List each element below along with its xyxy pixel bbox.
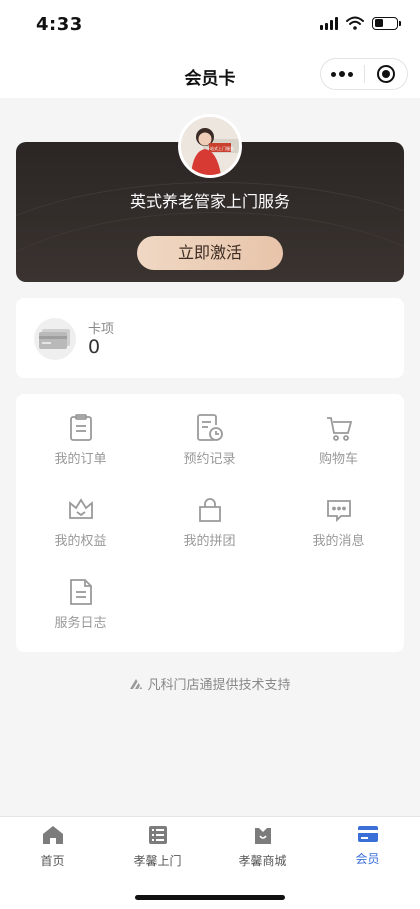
function-grid: 我的订单 预约记录 购物车 我的权益 我的拼团 我的消息 服务日志 — [16, 394, 404, 652]
signal-icon — [320, 16, 338, 30]
tech-support-text: 凡科门店通提供技术支持 — [147, 678, 291, 693]
appointment-icon — [196, 414, 223, 441]
grid-label: 我的权益 — [54, 534, 107, 549]
bag-icon — [198, 498, 221, 522]
grid-item-messages[interactable]: 我的消息 — [274, 496, 403, 549]
card-items-count: 0 — [88, 336, 101, 358]
target-icon — [376, 65, 395, 83]
grid-item-service-log[interactable]: 服务日志 — [16, 578, 145, 631]
grid-label: 我的拼团 — [183, 534, 236, 549]
grid-item-benefits[interactable]: 我的权益 — [16, 496, 145, 549]
tab-label: 孝馨上门 — [133, 854, 182, 868]
card-stack-icon — [34, 318, 76, 360]
battery-icon — [372, 16, 401, 30]
grid-label: 服务日志 — [54, 616, 107, 631]
grid-item-group-buy[interactable]: 我的拼团 — [145, 496, 274, 549]
more-dots-icon — [331, 71, 354, 77]
message-icon — [326, 500, 351, 523]
activate-button[interactable]: 立即激活 — [137, 236, 283, 270]
status-time: 4:33 — [36, 14, 83, 35]
grid-item-cart[interactable]: 购物车 — [274, 414, 403, 467]
wifi-icon — [346, 16, 364, 30]
shop-icon — [254, 828, 271, 844]
tab-label: 首页 — [40, 854, 65, 868]
log-icon — [69, 579, 92, 605]
grid-label: 我的消息 — [312, 534, 365, 549]
home-icon — [42, 826, 63, 844]
card-items-label: 卡项 — [88, 322, 115, 337]
tab-label: 会员 — [355, 852, 380, 866]
grid-item-appointments[interactable]: 预约记录 — [145, 414, 274, 467]
card-name: 英式养老管家上门服务 — [129, 192, 290, 211]
order-icon — [69, 414, 92, 441]
grid-label: 我的订单 — [54, 452, 107, 467]
cart-icon — [326, 417, 352, 441]
tab-mall[interactable]: 孝馨商城 — [210, 825, 315, 869]
grid-label: 预约记录 — [183, 452, 236, 467]
grid-label: 购物车 — [318, 452, 358, 467]
avatar-text: 一站式上门服务 — [206, 145, 234, 151]
close-miniprogram-button[interactable] — [365, 59, 408, 89]
tab-label: 孝馨商城 — [238, 854, 287, 868]
home-indicator — [135, 895, 285, 900]
status-icons — [320, 16, 401, 30]
tech-support-note: 凡科门店通提供技术支持 — [0, 674, 420, 693]
grid-item-orders[interactable]: 我的订单 — [16, 414, 145, 467]
more-button[interactable] — [321, 59, 364, 89]
status-bar: 4:33 — [0, 0, 420, 52]
list-icon — [148, 826, 167, 844]
member-card-icon — [357, 826, 378, 842]
miniprogram-capsule — [320, 58, 408, 90]
tab-member[interactable]: 会员 — [315, 825, 420, 867]
tab-home-service[interactable]: 孝馨上门 — [105, 825, 210, 869]
fanke-logo-icon — [130, 678, 143, 689]
card-avatar: 一站式上门服务 — [178, 114, 242, 178]
nav-bar: 会员卡 — [0, 52, 420, 98]
crown-icon — [68, 498, 93, 519]
tab-home[interactable]: 首页 — [0, 825, 105, 869]
card-items-panel[interactable]: 卡项 0 — [16, 298, 404, 378]
